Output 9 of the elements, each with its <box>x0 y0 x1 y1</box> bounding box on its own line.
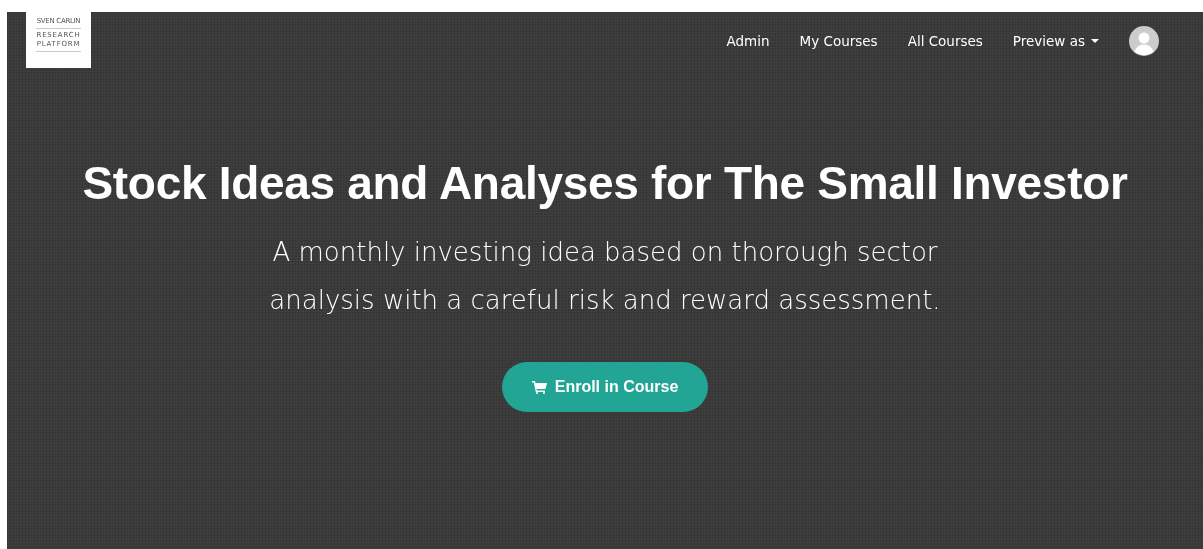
hero-subtitle: A monthly investing idea based on thorough sector analysis with a careful risk and reward assessment. <box>268 236 942 317</box>
cart-icon <box>531 380 547 394</box>
nav-link[interactable]: All Courses <box>907 33 983 49</box>
preview-dropdown[interactable]: Preview as <box>1012 33 1099 49</box>
nav-link[interactable]: Admin <box>726 33 770 49</box>
caret-icon <box>1091 39 1099 43</box>
nav-link[interactable]: My Courses <box>799 33 878 49</box>
avatar-icon[interactable] <box>1129 26 1159 56</box>
hero-title: Stock Ideas and Analyses for The Small Investor <box>82 156 1128 210</box>
